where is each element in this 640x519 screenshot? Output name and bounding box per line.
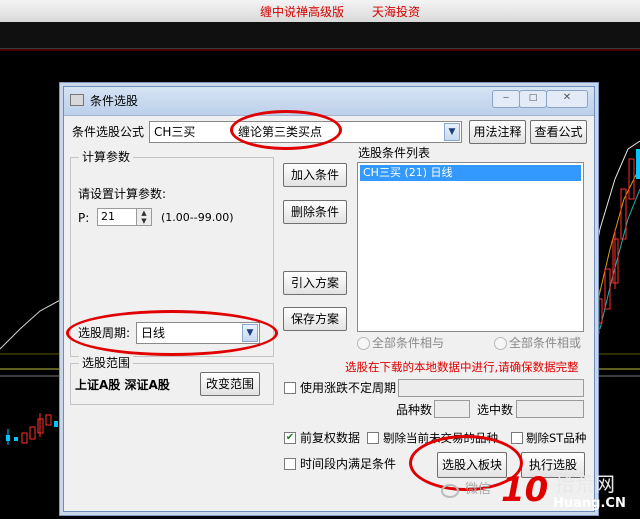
app-publisher: 天海投资 [372, 5, 421, 19]
chevron-down-icon[interactable]: ▼ [444, 123, 460, 141]
forward-adjust-checkbox[interactable]: ✔ [284, 432, 296, 444]
condition-list[interactable]: CH三买 (21) 日线 [357, 162, 584, 332]
param-value: 21 [101, 210, 115, 223]
highlight-ellipse-period [66, 310, 278, 356]
exclude-st-label: 剔除ST品种 [526, 431, 587, 445]
selected-count-field [516, 400, 584, 418]
all-and-radio[interactable] [357, 337, 370, 350]
condition-list-label: 选股条件列表 [358, 146, 431, 160]
highlight-ellipse-formula [230, 110, 342, 150]
candle-group-left [6, 413, 58, 445]
watermark-logo-number: 10 [501, 470, 549, 510]
stock-count-label: 品种数 [396, 403, 433, 417]
minimize-icon[interactable]: ‒ [492, 90, 520, 108]
formula-code: CH三买 [154, 125, 196, 139]
watermark-site-cn: 拾荒网 [555, 472, 615, 496]
condition-list-item[interactable]: CH三买 (21) 日线 [360, 165, 581, 181]
exclude-suspended-checkbox[interactable] [367, 432, 379, 444]
all-and-label: 全部条件相与 [372, 336, 445, 350]
watermark-wechat: 微信 [465, 482, 492, 497]
variable-period-label: 使用涨跌不定周期 [300, 381, 397, 395]
add-condition-button[interactable]: 加入条件 [283, 163, 347, 187]
dialog-title: 条件选股 [90, 94, 139, 108]
param-prompt: 请设置计算参数: [78, 187, 167, 201]
all-or-label: 全部条件相或 [509, 336, 582, 350]
param-range: (1.00--99.00) [161, 211, 234, 224]
spin-arrows-icon[interactable]: ▲ ▼ [136, 209, 151, 225]
exclude-st-checkbox[interactable] [511, 432, 523, 444]
close-icon[interactable]: ✕ [546, 90, 588, 108]
wechat-icon [441, 484, 459, 498]
variable-period-checkbox[interactable] [284, 382, 296, 394]
forward-adjust-label: 前复权数据 [300, 431, 361, 445]
app-titlebar: 缠中说禅高级版 天海投资 [0, 0, 640, 23]
watermark: 微信 10 拾荒网 Huang.CN [437, 470, 637, 516]
param-name: P: [78, 211, 90, 225]
usage-notes-button[interactable]: 用法注释 [469, 120, 526, 144]
range-text: 上证A股 深证A股 [75, 378, 170, 392]
delete-condition-button[interactable]: 删除条件 [283, 200, 347, 224]
stock-count-field [434, 400, 470, 418]
variable-period-field[interactable] [398, 379, 584, 397]
app-title: 缠中说禅高级版 [260, 5, 345, 19]
dialog-titlebar[interactable]: 条件选股 ‒ □ ✕ [64, 87, 594, 116]
data-warning: 选股在下载的本地数据中进行,请确保数据完整 [345, 360, 579, 374]
param-value-stepper[interactable]: 21 ▲ ▼ [97, 208, 152, 226]
toolbar-band [0, 22, 640, 49]
candle-group-right [596, 149, 640, 334]
calc-params-label: 计算参数 [79, 150, 134, 164]
selected-count-label: 选中数 [477, 403, 514, 417]
time-range-checkbox[interactable] [284, 458, 296, 470]
all-or-radio[interactable] [494, 337, 507, 350]
app-icon [70, 94, 84, 106]
save-plan-button[interactable]: 保存方案 [283, 307, 347, 331]
view-formula-button[interactable]: 查看公式 [530, 120, 587, 144]
time-range-label: 时间段内满足条件 [300, 457, 397, 471]
maximize-icon[interactable]: □ [519, 90, 547, 108]
change-range-button[interactable]: 改变范围 [200, 372, 260, 396]
formula-label: 条件选股公式 [72, 125, 145, 139]
watermark-site-en: Huang.CN [553, 496, 626, 511]
import-plan-button[interactable]: 引入方案 [283, 271, 347, 295]
range-group-label: 选股范围 [79, 356, 134, 370]
